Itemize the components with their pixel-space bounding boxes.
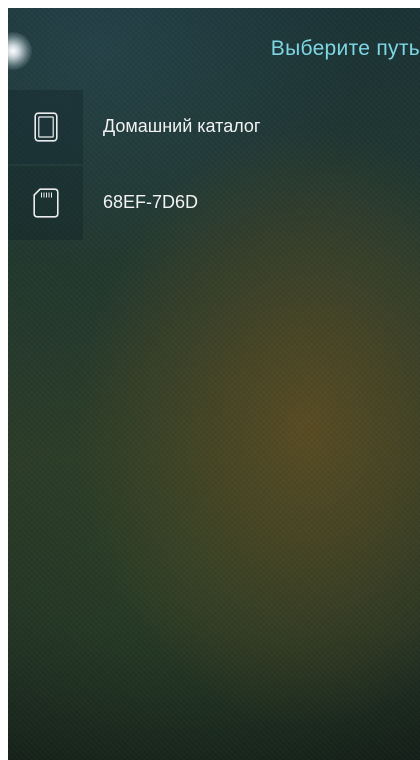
light-glow (8, 32, 32, 70)
location-item-sd-card[interactable]: 68EF-7D6D (8, 166, 420, 242)
location-icon-cell (8, 90, 83, 164)
location-item-home[interactable]: Домашний каталог (8, 90, 420, 166)
location-list: Домашний каталог 68EF-7D6D (8, 90, 420, 242)
location-label: 68EF-7D6D (103, 192, 199, 212)
page-title: Выберите путь (270, 37, 420, 60)
phone-icon (33, 112, 58, 142)
screen: Выберите путь Домашний каталог 68EF-7D6D (8, 8, 420, 760)
location-label: Домашний каталог (103, 116, 261, 136)
sd-card-icon (32, 188, 59, 218)
location-icon-cell (8, 166, 83, 240)
